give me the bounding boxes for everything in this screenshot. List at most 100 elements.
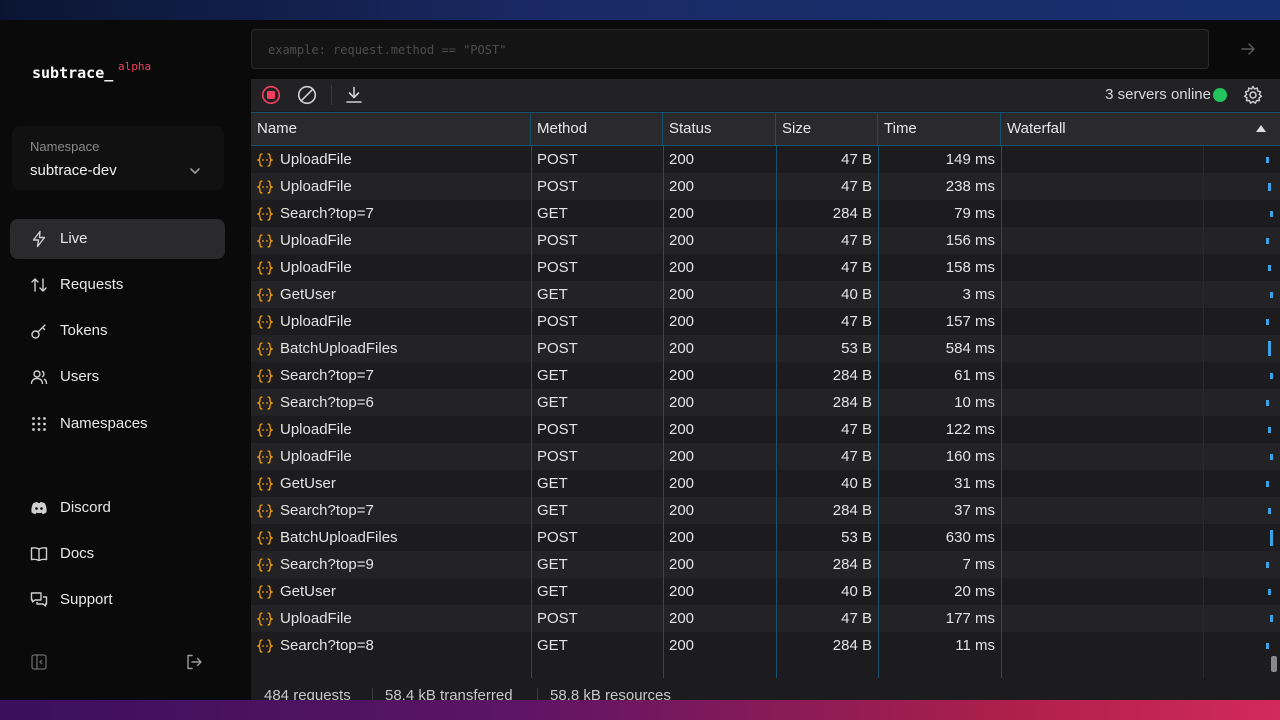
waterfall-bar [1266,157,1269,163]
cell-status: 200 [669,610,695,627]
rpc-braces-icon [257,639,273,653]
table-body: UploadFile POST 200 47 B 149 ms UploadFile POS… [251,146,1280,678]
cell-method: POST [537,340,578,357]
cell-name: Search?top=7 [280,367,374,384]
cell-size: 284 B [832,367,872,384]
cell-time: 122 ms [945,421,995,438]
waterfall-bar [1270,373,1273,379]
online-status-dot [1213,88,1227,102]
table-row[interactable]: Search?top=9 GET 200 284 B 7 ms [251,551,1280,578]
table-row[interactable]: UploadFile POST 200 47 B 158 ms [251,254,1280,281]
table-row[interactable]: UploadFile POST 200 47 B 149 ms [251,146,1280,173]
rpc-braces-icon [257,207,273,221]
rpc-braces-icon [257,558,273,572]
column-divider [1001,146,1002,678]
table-row[interactable]: UploadFile POST 200 47 B 238 ms [251,173,1280,200]
cell-time: 157 ms [945,313,995,330]
table-row[interactable]: UploadFile POST 200 47 B 160 ms [251,443,1280,470]
cell-size: 40 B [841,286,872,303]
download-icon[interactable] [344,85,364,105]
sidebar-item-tokens[interactable]: Tokens [10,311,225,351]
key-icon [31,324,46,339]
servers-status-text: 3 servers online [1105,86,1211,103]
sidebar-item-requests[interactable]: Requests [10,265,225,305]
alpha-badge: alpha [118,60,152,73]
sidebar-item-users[interactable]: Users [10,357,225,397]
arrow-right-icon[interactable] [1240,41,1256,57]
clear-icon[interactable] [297,85,317,105]
cell-time: 7 ms [962,556,995,573]
waterfall-bar [1270,292,1273,298]
logout-icon[interactable] [185,653,203,671]
table-row[interactable]: UploadFile POST 200 47 B 156 ms [251,227,1280,254]
logo[interactable]: subtrace_ alpha [32,60,151,82]
cell-method: GET [537,583,568,600]
cell-name: Search?top=6 [280,394,374,411]
column-header-size[interactable]: Size [776,113,878,145]
table-row[interactable]: BatchUploadFiles POST 200 53 B 630 ms [251,524,1280,551]
cell-name: BatchUploadFiles [280,340,398,357]
sidebar-link-support[interactable]: Support [10,580,225,620]
rpc-braces-icon [257,477,273,491]
gear-icon[interactable] [1243,85,1263,105]
cell-method: GET [537,475,568,492]
column-header-method[interactable]: Method [531,113,663,145]
cell-method: POST [537,313,578,330]
filter-input[interactable] [266,30,1170,70]
cell-size: 284 B [832,637,872,654]
cell-time: 11 ms [955,637,995,654]
collapse-sidebar-icon[interactable] [30,653,48,671]
table-row[interactable]: GetUser GET 200 40 B 3 ms [251,281,1280,308]
rpc-braces-icon [257,342,273,356]
sidebar-item-namespaces[interactable]: Namespaces [10,404,225,444]
scrollbar-thumb[interactable] [1271,656,1277,672]
sidebar-item-label: Tokens [60,322,108,339]
chat-icon [30,592,48,607]
column-header-time[interactable]: Time [878,113,1001,145]
cell-size: 47 B [841,313,872,330]
column-header-waterfall[interactable]: Waterfall [1001,113,1280,145]
arrows-up-down-icon [31,278,47,292]
cell-method: POST [537,421,578,438]
column-divider [878,146,879,678]
cell-name: UploadFile [280,232,352,249]
waterfall-bar [1268,341,1271,356]
cell-status: 200 [669,151,695,168]
table-row[interactable]: Search?top=6 GET 200 284 B 10 ms [251,389,1280,416]
cell-size: 284 B [832,502,872,519]
table-header: Name Method Status Size Time Waterfall [251,112,1280,146]
column-header-name[interactable]: Name [251,113,531,145]
cell-method: POST [537,259,578,276]
table-row[interactable]: GetUser GET 200 40 B 31 ms [251,470,1280,497]
table-row[interactable]: Search?top=7 GET 200 284 B 61 ms [251,362,1280,389]
column-header-status[interactable]: Status [663,113,776,145]
cell-status: 200 [669,367,695,384]
table-row[interactable]: BatchUploadFiles POST 200 53 B 584 ms [251,335,1280,362]
cell-name: Search?top=9 [280,556,374,573]
sidebar-link-docs[interactable]: Docs [10,534,225,574]
window-bottom-gradient [0,700,1280,720]
sidebar-link-discord[interactable]: Discord [10,488,225,528]
table-row[interactable]: GetUser GET 200 40 B 20 ms [251,578,1280,605]
table-row[interactable]: Search?top=7 GET 200 284 B 37 ms [251,497,1280,524]
rpc-braces-icon [257,423,273,437]
rpc-braces-icon [257,612,273,626]
waterfall-bar [1266,319,1269,325]
cell-size: 53 B [841,529,872,546]
table-row[interactable]: Search?top=8 GET 200 284 B 11 ms [251,632,1280,659]
sidebar-item-label: Live [60,230,88,247]
cell-method: POST [537,448,578,465]
cell-method: POST [537,151,578,168]
table-row[interactable]: Search?top=7 GET 200 284 B 79 ms [251,200,1280,227]
table-row[interactable]: UploadFile POST 200 47 B 157 ms [251,308,1280,335]
rpc-braces-icon [257,288,273,302]
namespace-selector[interactable]: Namespace subtrace-dev [12,126,224,190]
waterfall-bar [1266,643,1269,649]
waterfall-bar [1266,481,1269,487]
table-row[interactable]: UploadFile POST 200 47 B 122 ms [251,416,1280,443]
record-stop-icon[interactable] [261,85,281,105]
cell-name: UploadFile [280,610,352,627]
waterfall-bar [1268,508,1271,514]
sidebar-item-live[interactable]: Live [10,219,225,259]
table-row[interactable]: UploadFile POST 200 47 B 177 ms [251,605,1280,632]
